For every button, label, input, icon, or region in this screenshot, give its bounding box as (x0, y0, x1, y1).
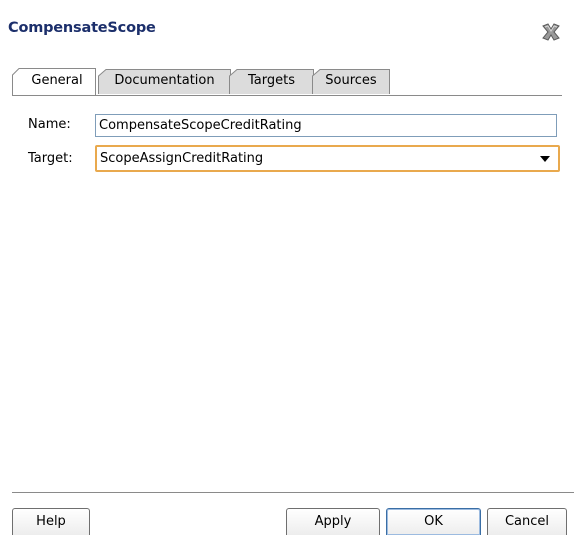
target-label-text: Target: (28, 151, 73, 166)
target-dropdown[interactable]: ScopeAssignCreditRating (95, 145, 560, 172)
name-input[interactable] (95, 114, 557, 137)
name-label: Name: (28, 117, 71, 132)
tab-panel-border (12, 95, 562, 96)
tab-sources[interactable]: Sources (312, 67, 390, 94)
tab-targets-label: Targets (248, 73, 295, 88)
tab-documentation-label: Documentation (114, 73, 215, 88)
chevron-down-icon[interactable] (540, 156, 550, 162)
tab-documentation[interactable]: Documentation (98, 67, 231, 94)
button-separator (12, 492, 574, 493)
ok-button[interactable]: OK (386, 508, 481, 535)
tab-general[interactable]: General (12, 67, 96, 96)
target-label: Target: (28, 151, 73, 166)
tab-bar: General Documentation Targets Sources (12, 67, 562, 96)
close-icon[interactable] (540, 21, 562, 43)
apply-button[interactable]: Apply (286, 508, 380, 535)
tab-general-label: General (31, 73, 83, 88)
help-button[interactable]: Help (12, 508, 90, 535)
dialog-title: CompensateScope (8, 20, 156, 36)
target-selected-value: ScopeAssignCreditRating (100, 151, 264, 166)
name-label-text: Name: (28, 117, 71, 132)
cancel-button[interactable]: Cancel (487, 508, 567, 535)
tab-sources-label: Sources (325, 73, 377, 88)
tab-targets[interactable]: Targets (229, 67, 314, 94)
